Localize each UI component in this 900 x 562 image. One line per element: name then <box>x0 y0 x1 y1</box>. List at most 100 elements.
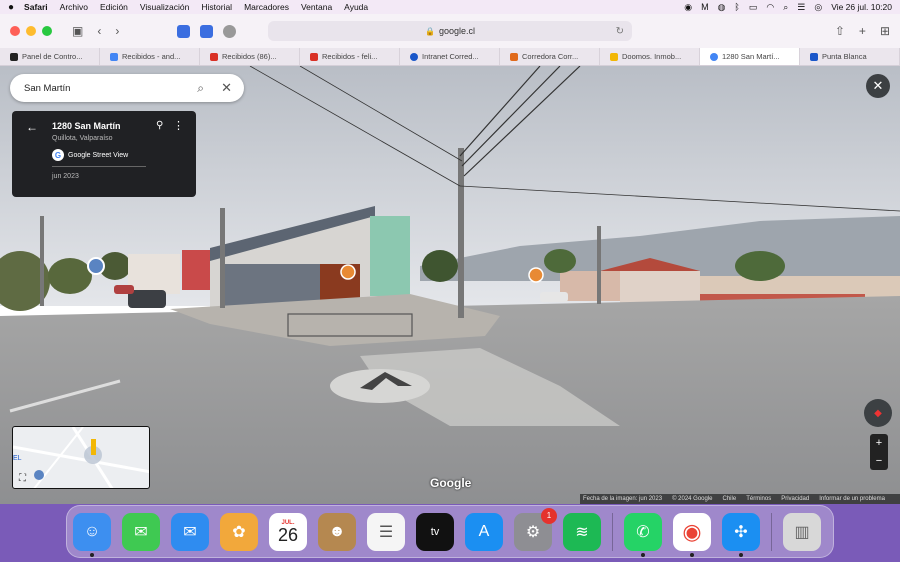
chrome-icon[interactable]: ◉ <box>673 512 711 557</box>
copyright: © 2024 Google <box>672 496 713 502</box>
menu-archivo[interactable]: Archivo <box>60 2 88 12</box>
zoom-in-button[interactable]: + <box>876 437 882 449</box>
tab-recibidos-and[interactable]: Recibidos - and... <box>100 48 200 65</box>
tab-label: Punta Blanca <box>822 52 867 61</box>
sidebar-toggle-icon[interactable]: ▣ <box>72 24 83 38</box>
mail-icon[interactable]: ✉ <box>171 512 209 551</box>
control-center-icon[interactable]: ☰ <box>797 2 805 13</box>
more-options-icon[interactable]: ⋮ <box>173 119 184 132</box>
search-icon[interactable]: ⌕ <box>197 81 204 96</box>
terms-link[interactable]: Términos <box>746 496 771 502</box>
messages-icon[interactable]: ✉ <box>122 512 160 551</box>
address-bar[interactable]: 🔒 google.cl ↻ <box>268 21 632 41</box>
close-street-view-button[interactable]: ✕ <box>866 74 890 98</box>
mendeley-icon[interactable]: M <box>701 2 709 12</box>
street-view-panorama[interactable]: San Martín ⌕ ✕ ← 1280 San Martín Quillot… <box>0 66 900 504</box>
new-tab-icon[interactable]: + <box>859 24 866 38</box>
bluetooth-icon[interactable]: ᛒ <box>734 2 739 12</box>
back-arrow-icon[interactable]: ← <box>26 120 38 134</box>
close-window-button[interactable] <box>10 26 20 36</box>
menu-ayuda[interactable]: Ayuda <box>344 2 368 12</box>
zoom-window-button[interactable] <box>42 26 52 36</box>
tab-label: 1280 San Martí... <box>722 52 780 61</box>
doomos-icon <box>610 52 618 61</box>
vpn-icon[interactable]: ◉ <box>684 2 692 13</box>
back-icon[interactable]: ‹ <box>97 24 101 38</box>
tab-label: Recibidos (86)... <box>222 52 277 61</box>
search-input[interactable]: San Martín <box>24 83 70 94</box>
capture-date[interactable]: jun 2023 <box>52 173 79 180</box>
tab-punta-blanca[interactable]: Punta Blanca <box>800 48 900 65</box>
battery-icon[interactable]: ▭ <box>749 2 758 13</box>
minimap-roads <box>13 427 149 488</box>
security-icon[interactable]: ◍ <box>718 2 726 13</box>
search-icon[interactable]: ⌕ <box>783 2 788 13</box>
street-view-source: G Google Street View <box>52 149 128 161</box>
tab-recibidos-feli[interactable]: Recibidos - feli... <box>300 48 400 65</box>
reload-icon[interactable]: ↻ <box>616 26 624 37</box>
menu-clock[interactable]: Vie 26 jul. 10:20 <box>831 2 892 12</box>
finder-icon[interactable]: ☺ <box>73 512 111 557</box>
menu-safari[interactable]: Safari <box>24 2 48 12</box>
app-store-icon[interactable]: A <box>465 512 503 551</box>
gmail-icon <box>210 52 218 61</box>
apple-menu-icon[interactable]: ● <box>8 2 14 13</box>
forward-icon[interactable]: › <box>115 24 119 38</box>
notification-badge: 1 <box>541 507 557 524</box>
zoom-out-button[interactable]: − <box>876 455 882 467</box>
running-indicator <box>739 552 743 557</box>
system-settings-icon[interactable]: ⚙ 1 <box>514 507 557 551</box>
calendar-icon[interactable]: JUL. 26 <box>269 512 307 551</box>
tab-label: Doomos. Inmob... <box>622 52 682 61</box>
share-icon[interactable]: ⇧ <box>835 24 845 38</box>
privacy-report-icon[interactable] <box>223 24 237 38</box>
privacy-link[interactable]: Privacidad <box>781 496 809 502</box>
google-watermark: Google <box>430 476 472 490</box>
tab-1280-san-martin[interactable]: 1280 San Martí... <box>700 48 800 65</box>
report-problem-link[interactable]: Informar de un problema <box>819 496 885 502</box>
menu-marcadores[interactable]: Marcadores <box>244 2 289 12</box>
divider <box>52 166 146 167</box>
gmail-icon <box>310 52 318 61</box>
minimap[interactable]: EL ⛶ <box>12 426 150 489</box>
minimap-label: EL <box>13 455 22 462</box>
running-indicator <box>690 552 694 557</box>
tab-doomos[interactable]: Doomos. Inmob... <box>600 48 700 65</box>
lock-icon: 🔒 <box>425 26 435 36</box>
tab-overview-icon[interactable]: ⊞ <box>880 24 890 38</box>
expand-map-icon[interactable]: ⛶ <box>19 473 26 484</box>
compass-icon[interactable]: ◆ <box>864 399 892 427</box>
tab-intranet[interactable]: Intranet Corred... <box>400 48 500 65</box>
contacts-icon[interactable]: ☻ <box>318 512 356 551</box>
search-box[interactable]: San Martín ⌕ ✕ <box>10 74 244 102</box>
address-text: google.cl <box>438 26 475 36</box>
safari-icon[interactable]: ✣ <box>722 512 760 557</box>
extension-vpn-icon[interactable] <box>200 24 214 38</box>
image-date: Fecha de la imagen: jun 2023 <box>583 496 663 502</box>
extension-shield-icon[interactable] <box>177 24 191 38</box>
attribution-footer: Fecha de la imagen: jun 2023 © 2024 Goog… <box>580 494 900 504</box>
tab-panel[interactable]: Panel de Contro... <box>0 48 100 65</box>
wifi-icon[interactable]: ◠ <box>766 2 774 13</box>
corredora-icon <box>510 52 518 61</box>
menu-ventana[interactable]: Ventana <box>301 2 332 12</box>
tab-label: Panel de Contro... <box>22 52 83 61</box>
apple-tv-icon[interactable]: tv <box>416 512 454 551</box>
map-pin-icon[interactable]: ⚲ <box>156 120 163 131</box>
spotify-icon[interactable]: ≋ <box>563 512 601 551</box>
tab-recibidos-86[interactable]: Recibidos (86)... <box>200 48 300 65</box>
trash-icon[interactable]: ▥ <box>783 512 821 551</box>
photos-icon[interactable]: ✿ <box>220 512 258 551</box>
menu-historial[interactable]: Historial <box>201 2 232 12</box>
menu-visualizacion[interactable]: Visualización <box>140 2 189 12</box>
tab-corredora[interactable]: Corredora Corr... <box>500 48 600 65</box>
country-link[interactable]: Chile <box>723 496 737 502</box>
minimize-window-button[interactable] <box>26 26 36 36</box>
whatsapp-icon[interactable]: ✆ <box>624 512 662 557</box>
menu-edicion[interactable]: Edición <box>100 2 128 12</box>
tab-label: Corredora Corr... <box>522 52 579 61</box>
siri-icon[interactable]: ◎ <box>814 2 822 13</box>
dock-separator <box>612 512 613 551</box>
reminders-icon[interactable]: ☰ <box>367 512 405 551</box>
clear-search-icon[interactable]: ✕ <box>221 80 232 96</box>
